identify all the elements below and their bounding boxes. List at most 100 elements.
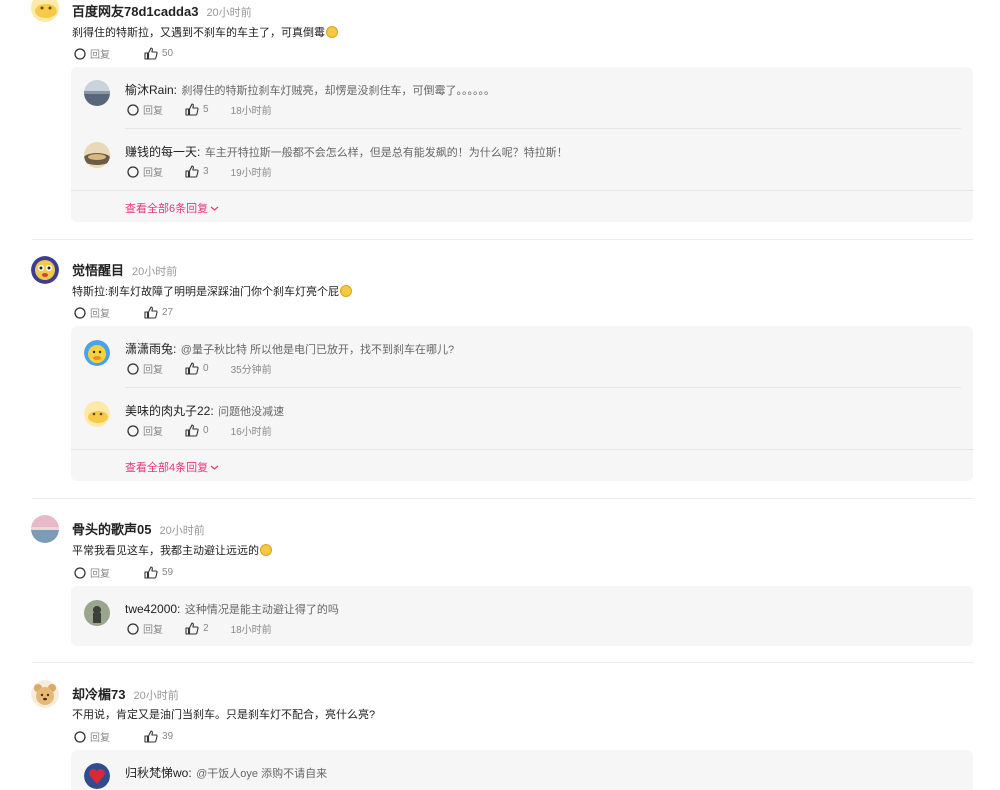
- reply-button[interactable]: 回复: [127, 164, 163, 179]
- divider: [71, 190, 973, 191]
- reply-username[interactable]: 归秋梵悌wo:: [125, 766, 192, 780]
- like-button[interactable]: 59: [144, 566, 173, 579]
- comment-icon: [127, 424, 139, 437]
- like-button[interactable]: 3: [185, 165, 209, 178]
- reply-list: 榆沐Rain: 刹得住的特斯拉刹车灯贼亮，却愣是没刹住车，可倒霉了。。。。。。 …: [71, 67, 973, 222]
- reply-time: 16小时前: [230, 427, 272, 438]
- emoji-icon: [326, 26, 338, 38]
- avatar[interactable]: [84, 401, 110, 427]
- reply-text: 问题他没减速: [218, 406, 285, 418]
- avatar[interactable]: [31, 0, 59, 22]
- divider: [32, 662, 973, 663]
- like-button[interactable]: 0: [185, 362, 209, 375]
- view-all-replies-link[interactable]: 查看全部6条回复: [125, 200, 219, 216]
- divider: [125, 387, 961, 388]
- reply-button[interactable]: 回复: [127, 423, 163, 438]
- reply-username[interactable]: twe42000:: [125, 602, 180, 616]
- reply-username[interactable]: 潇潇雨兔:: [125, 342, 176, 356]
- comment-text: 特斯拉:刹车灯故障了明明是深踩油门你个刹车灯亮个屁: [72, 286, 340, 298]
- thumbs-up-icon: [144, 306, 158, 319]
- like-count: 0: [203, 425, 209, 436]
- divider: [32, 239, 973, 240]
- comment-icon: [74, 47, 86, 60]
- reply-label: 回复: [143, 365, 163, 376]
- like-count: 27: [162, 307, 174, 318]
- reply-button[interactable]: 回复: [74, 565, 110, 580]
- reply-text: @量子秋比特 所以他是电门已放开，找不到刹车在哪儿?: [180, 344, 455, 356]
- comment-username[interactable]: 觉悟醒目: [72, 263, 124, 278]
- like-count: 59: [162, 567, 174, 578]
- reply-button[interactable]: 回复: [127, 102, 163, 117]
- avatar[interactable]: [84, 600, 110, 626]
- reply-list: 归秋梵悌wo: @干饭人oye 添购不请自来: [71, 750, 973, 790]
- avatar[interactable]: [84, 142, 110, 168]
- reply-list: twe42000: 这种情况是能主动避让得了的吗 回复 2 18小时前: [71, 586, 973, 646]
- like-count: 5: [203, 104, 209, 115]
- emoji-icon: [260, 544, 272, 556]
- divider: [125, 128, 961, 129]
- reply-text: 刹得住的特斯拉刹车灯贼亮，却愣是没刹住车，可倒霉了。。。。。。: [181, 85, 495, 97]
- reply-text: @干饭人oye 添购不请自来: [196, 768, 328, 780]
- reply-label: 回复: [143, 427, 163, 438]
- avatar[interactable]: [84, 340, 110, 366]
- reply-label: 回复: [90, 50, 110, 61]
- chevron-down-icon: [210, 465, 219, 470]
- reply-time: 19小时前: [230, 168, 272, 179]
- reply-text: 车主开特拉斯一般都不会怎么样，但是总有能发飙的！为什么呢？特拉斯！: [204, 147, 568, 159]
- comment-icon: [74, 730, 86, 743]
- avatar[interactable]: [31, 515, 59, 543]
- like-button[interactable]: 27: [144, 306, 173, 319]
- comment-username[interactable]: 却冷楣73: [72, 687, 125, 702]
- comment-icon: [127, 165, 139, 178]
- like-button[interactable]: 50: [144, 47, 173, 60]
- reply-label: 回复: [143, 106, 163, 117]
- reply-username[interactable]: 榆沐Rain:: [125, 83, 177, 97]
- like-count: 2: [203, 623, 209, 634]
- thumbs-up-icon: [185, 622, 199, 635]
- comment-username[interactable]: 骨头的歌声05: [72, 522, 151, 537]
- reply-button[interactable]: 回复: [74, 729, 110, 744]
- like-count: 3: [203, 166, 209, 177]
- divider: [71, 449, 973, 450]
- like-count: 50: [162, 48, 174, 59]
- reply-label: 回复: [143, 168, 163, 179]
- comment-text: 刹得住的特斯拉，又遇到不刹车的车主了，可真倒霉: [72, 27, 325, 39]
- like-button[interactable]: 5: [185, 103, 209, 116]
- like-button[interactable]: 39: [144, 730, 173, 743]
- comment-time: 20小时前: [133, 690, 179, 702]
- comment-username[interactable]: 百度网友78d1cadda3: [72, 4, 198, 19]
- reply-time: 18小时前: [230, 106, 272, 117]
- reply-label: 回复: [90, 309, 110, 320]
- reply-button[interactable]: 回复: [74, 46, 110, 61]
- emoji-icon: [340, 285, 353, 297]
- avatar[interactable]: [84, 763, 110, 789]
- comment-icon: [74, 306, 86, 319]
- comment-text: 平常我看见这车，我都主动避让远远的: [72, 545, 259, 557]
- reply-label: 回复: [90, 733, 110, 744]
- avatar[interactable]: [84, 80, 110, 106]
- reply-time: 35分钟前: [230, 365, 272, 376]
- reply-username[interactable]: 赚钱的每一天:: [125, 145, 200, 159]
- reply-button[interactable]: 回复: [74, 305, 110, 320]
- comment-icon: [74, 566, 86, 579]
- reply-button[interactable]: 回复: [127, 621, 163, 636]
- comment-icon: [127, 622, 139, 635]
- comment-icon: [127, 103, 139, 116]
- reply-button[interactable]: 回复: [127, 361, 163, 376]
- thumbs-up-icon: [185, 362, 199, 375]
- reply-list: 潇潇雨兔: @量子秋比特 所以他是电门已放开，找不到刹车在哪儿? 回复 0 35…: [71, 326, 973, 481]
- chevron-down-icon: [210, 206, 219, 211]
- avatar[interactable]: [31, 256, 59, 284]
- thumbs-up-icon: [185, 165, 199, 178]
- like-count: 39: [162, 731, 174, 742]
- reply-username[interactable]: 美味的肉丸子22:: [125, 404, 214, 418]
- reply-time: 18小时前: [230, 625, 272, 636]
- comment-text: 不用说，肯定又是油门当刹车。只是刹车灯不配合，亮什么亮?: [72, 709, 376, 721]
- view-all-replies-link[interactable]: 查看全部4条回复: [125, 459, 219, 475]
- like-button[interactable]: 0: [185, 424, 209, 437]
- reply-text: 这种情况是能主动避让得了的吗: [184, 604, 339, 616]
- like-button[interactable]: 2: [185, 622, 209, 635]
- comment-time: 20小时前: [206, 7, 252, 19]
- avatar[interactable]: [31, 680, 59, 708]
- thumbs-up-icon: [144, 730, 158, 743]
